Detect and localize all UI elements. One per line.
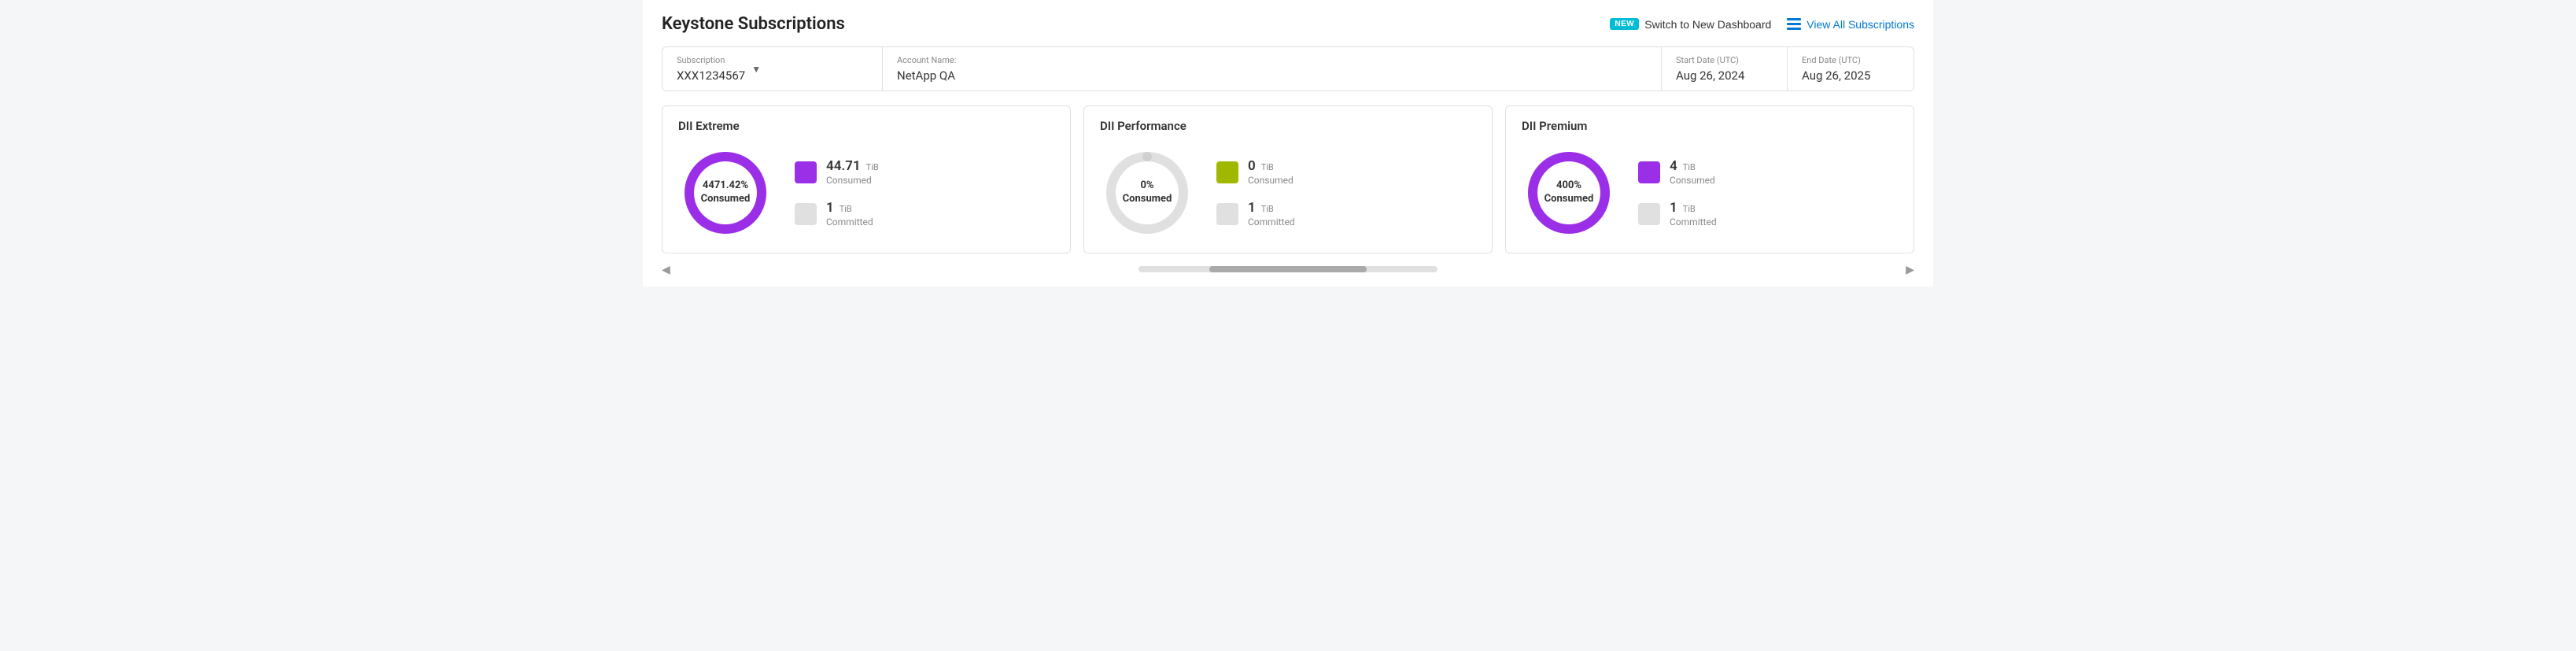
donut-percent-1: 0% <box>1140 179 1153 191</box>
committed-swatch-0 <box>795 203 817 225</box>
subscription-value: XXX1234567 <box>677 68 745 83</box>
new-dashboard-label: Switch to New Dashboard <box>1644 18 1771 31</box>
legend-consumed-info-1: 0 TiB Consumed <box>1248 158 1294 186</box>
end-date-field: End Date (UTC) Aug 26, 2025 <box>1788 47 1914 91</box>
donut-consumed-label-1: Consumed <box>1123 193 1172 205</box>
start-date-field: Start Date (UTC) Aug 26, 2024 <box>1662 47 1788 91</box>
consumed-swatch-1 <box>1216 161 1238 183</box>
consumed-value-row-0: 44.71 TiB <box>826 158 879 174</box>
account-field: Account Name: NetApp QA <box>883 47 1662 91</box>
service-card-title-1: DII Performance <box>1100 119 1476 133</box>
subscription-dropdown-arrow[interactable]: ▼ <box>751 64 761 75</box>
donut-wrap-1: 0% Consumed <box>1100 146 1194 240</box>
donut-wrap-0: 4471.42% Consumed <box>678 146 773 240</box>
subscription-bar: Subscription XXX1234567 ▼ Account Name: … <box>662 46 1914 91</box>
account-label: Account Name: <box>897 55 1647 65</box>
service-card-title-2: DII Premium <box>1522 119 1898 133</box>
card-content-1: 0% Consumed 0 TiB Consumed <box>1100 146 1476 240</box>
view-all-label: View All Subscriptions <box>1807 18 1914 31</box>
consumed-swatch-0 <box>795 161 817 183</box>
donut-center-0: 4471.42% Consumed <box>701 179 751 206</box>
view-all-subscriptions-button[interactable]: View All Subscriptions <box>1787 18 1914 31</box>
scroll-row: ◀ ▶ <box>662 261 1914 277</box>
legend-consumed-info-2: 4 TiB Consumed <box>1670 158 1715 186</box>
donut-consumed-label-0: Consumed <box>701 193 751 205</box>
donut-center-1: 0% Consumed <box>1123 179 1172 206</box>
consumed-value-1: 0 <box>1248 158 1256 174</box>
legend-items-1: 0 TiB Consumed 1 TiB Committed <box>1216 158 1295 227</box>
committed-value-row-2: 1 TiB <box>1670 200 1717 216</box>
legend-consumed-1: 0 TiB Consumed <box>1216 158 1295 186</box>
page-header: Keystone Subscriptions New Switch to New… <box>662 14 1914 34</box>
legend-items-0: 44.71 TiB Consumed 1 TiB Committed <box>795 158 879 227</box>
committed-swatch-2 <box>1638 203 1660 225</box>
committed-value-1: 1 <box>1248 200 1256 216</box>
committed-label-1: Committed <box>1248 216 1295 227</box>
consumed-unit-0: TiB <box>866 162 879 172</box>
consumed-value-row-1: 0 TiB <box>1248 158 1294 174</box>
page-title: Keystone Subscriptions <box>662 14 845 34</box>
committed-label-0: Committed <box>826 216 873 227</box>
scroll-left-button[interactable]: ◀ <box>662 263 670 276</box>
legend-committed-1: 1 TiB Committed <box>1216 200 1295 227</box>
end-date-value: Aug 26, 2025 <box>1802 68 1899 83</box>
new-badge: New <box>1610 18 1639 30</box>
service-card-0: DII Extreme 4471.42% Consumed 44.71 <box>662 105 1071 253</box>
committed-swatch-1 <box>1216 203 1238 225</box>
new-dashboard-button[interactable]: New Switch to New Dashboard <box>1610 18 1771 31</box>
account-value: NetApp QA <box>897 68 1647 83</box>
committed-value-0: 1 <box>826 200 834 216</box>
donut-center-2: 400% Consumed <box>1544 179 1594 206</box>
legend-committed-info-2: 1 TiB Committed <box>1670 200 1717 227</box>
list-icon <box>1787 18 1801 30</box>
consumed-value-row-2: 4 TiB <box>1670 158 1715 174</box>
donut-percent-0: 4471.42% <box>703 179 748 191</box>
committed-value-row-1: 1 TiB <box>1248 200 1295 216</box>
start-date-label: Start Date (UTC) <box>1676 55 1773 65</box>
cards-row: DII Extreme 4471.42% Consumed 44.71 <box>662 105 1914 253</box>
consumed-swatch-2 <box>1638 161 1660 183</box>
subscription-label: Subscription <box>677 55 745 65</box>
end-date-label: End Date (UTC) <box>1802 55 1899 65</box>
consumed-label-1: Consumed <box>1248 175 1294 186</box>
consumed-unit-1: TiB <box>1261 162 1274 172</box>
service-card-1: DII Performance 0% Consumed 0 <box>1083 105 1493 253</box>
donut-wrap-2: 400% Consumed <box>1522 146 1616 240</box>
legend-consumed-2: 4 TiB Consumed <box>1638 158 1717 186</box>
legend-committed-0: 1 TiB Committed <box>795 200 879 227</box>
start-date-value: Aug 26, 2024 <box>1676 68 1773 83</box>
service-card-title-0: DII Extreme <box>678 119 1054 133</box>
scrollbar-thumb[interactable] <box>1209 266 1367 272</box>
committed-value-2: 1 <box>1670 200 1677 216</box>
donut-consumed-label-2: Consumed <box>1544 193 1594 205</box>
consumed-label-2: Consumed <box>1670 175 1715 186</box>
consumed-value-0: 44.71 <box>826 158 861 174</box>
scroll-right-button[interactable]: ▶ <box>1906 263 1914 276</box>
scrollbar-track[interactable] <box>1139 266 1437 272</box>
consumed-unit-2: TiB <box>1683 162 1696 172</box>
legend-consumed-0: 44.71 TiB Consumed <box>795 158 879 186</box>
legend-committed-info-1: 1 TiB Committed <box>1248 200 1295 227</box>
committed-label-2: Committed <box>1670 216 1717 227</box>
card-content-2: 400% Consumed 4 TiB Consumed <box>1522 146 1898 240</box>
consumed-label-0: Consumed <box>826 175 879 186</box>
subscription-field[interactable]: Subscription XXX1234567 ▼ <box>662 47 883 91</box>
consumed-value-2: 4 <box>1670 158 1677 174</box>
donut-percent-2: 400% <box>1556 179 1581 191</box>
committed-value-row-0: 1 TiB <box>826 200 873 216</box>
legend-committed-info-0: 1 TiB Committed <box>826 200 873 227</box>
committed-unit-0: TiB <box>840 204 852 214</box>
committed-unit-1: TiB <box>1261 204 1274 214</box>
legend-committed-2: 1 TiB Committed <box>1638 200 1717 227</box>
committed-unit-2: TiB <box>1683 204 1696 214</box>
card-content-0: 4471.42% Consumed 44.71 TiB Consumed <box>678 146 1054 240</box>
legend-items-2: 4 TiB Consumed 1 TiB Committed <box>1638 158 1717 227</box>
header-actions: New Switch to New Dashboard View All Sub… <box>1610 18 1914 31</box>
legend-consumed-info-0: 44.71 TiB Consumed <box>826 158 879 186</box>
service-card-2: DII Premium 400% Consumed 4 <box>1505 105 1914 253</box>
